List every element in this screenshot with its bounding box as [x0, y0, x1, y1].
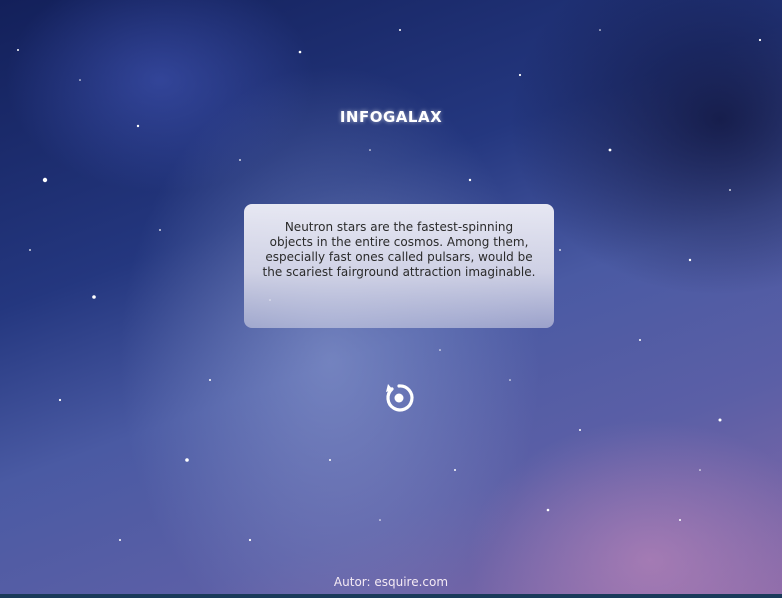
refresh-button[interactable]	[381, 380, 417, 416]
page: INFOGALAX Neutron stars are the fastest-…	[0, 0, 782, 598]
bottom-divider	[0, 594, 782, 598]
fact-card: Neutron stars are the fastest-spinning o…	[244, 204, 554, 328]
author-credit: Autor: esquire.com	[333, 575, 449, 589]
fact-text: Neutron stars are the fastest-spinning o…	[262, 220, 536, 279]
app-title: INFOGALAX	[339, 108, 443, 126]
refresh-icon	[386, 384, 414, 412]
